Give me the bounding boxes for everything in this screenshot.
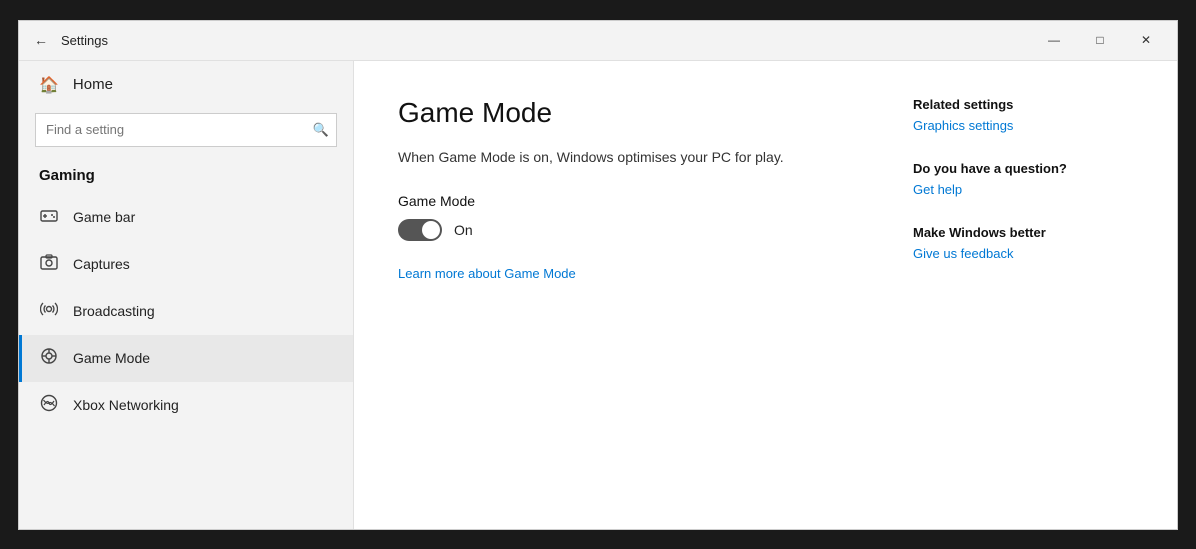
close-button[interactable]: ✕ [1123,20,1169,60]
feedback-heading: Make Windows better [913,225,1133,240]
sidebar-nav: Game bar Captures [19,194,353,529]
sidebar-item-game-mode[interactable]: Game Mode [19,335,353,382]
sidebar-section-title: Gaming [19,159,353,194]
close-icon: ✕ [1141,33,1151,47]
main-content: Game Mode When Game Mode is on, Windows … [398,97,893,493]
page-title: Game Mode [398,97,893,129]
game-mode-toggle[interactable] [398,219,442,241]
window-title: Settings [61,33,108,48]
sidebar-home-item[interactable]: 🏠 Home [19,61,353,109]
get-help-link[interactable]: Get help [913,182,1133,197]
page-description: When Game Mode is on, Windows optimises … [398,149,893,165]
game-mode-setting-label: Game Mode [398,193,893,209]
search-box: 🔍 [35,113,337,147]
related-panel: Related settings Graphics settings Do yo… [893,97,1133,493]
sidebar-item-broadcasting[interactable]: Broadcasting [19,288,353,335]
sidebar: 🏠 Home 🔍 Gaming [19,61,354,529]
give-feedback-link[interactable]: Give us feedback [913,246,1133,261]
back-icon: ← [34,32,48,48]
settings-window: ← Settings — □ ✕ 🏠 Home 🔍 [18,20,1178,530]
search-input[interactable] [35,113,337,147]
captures-icon [39,253,59,276]
sidebar-item-label-xbox-networking: Xbox Networking [73,397,179,413]
sidebar-item-label-game-mode: Game Mode [73,350,150,366]
feedback-section: Make Windows better Give us feedback [913,225,1133,261]
question-section: Do you have a question? Get help [913,161,1133,197]
sidebar-item-game-bar[interactable]: Game bar [19,194,353,241]
window-controls: — □ ✕ [1031,20,1169,60]
toggle-state-label: On [454,222,473,238]
maximize-button[interactable]: □ [1077,20,1123,60]
back-button[interactable]: ← [27,26,55,54]
home-icon: 🏠 [39,75,59,95]
related-settings-heading: Related settings [913,97,1133,112]
maximize-icon: □ [1096,33,1103,47]
sidebar-item-label-game-bar: Game bar [73,209,135,225]
xbox-networking-icon [39,394,59,417]
sidebar-item-xbox-networking[interactable]: Xbox Networking [19,382,353,429]
broadcasting-icon [39,300,59,323]
search-icon: 🔍 [313,122,329,138]
minimize-icon: — [1048,33,1060,47]
home-label: Home [73,76,113,93]
sidebar-item-label-captures: Captures [73,256,130,272]
learn-more-link[interactable]: Learn more about Game Mode [398,266,576,281]
toggle-row: On [398,219,893,241]
sidebar-item-captures[interactable]: Captures [19,241,353,288]
question-heading: Do you have a question? [913,161,1133,176]
game-bar-icon [39,206,59,229]
related-settings-section: Related settings Graphics settings [913,97,1133,133]
content-area: 🏠 Home 🔍 Gaming [19,61,1177,529]
game-mode-icon [39,347,59,370]
sidebar-item-label-broadcasting: Broadcasting [73,303,155,319]
titlebar: ← Settings — □ ✕ [19,21,1177,61]
main-panel: Game Mode When Game Mode is on, Windows … [354,61,1177,529]
graphics-settings-link[interactable]: Graphics settings [913,118,1133,133]
minimize-button[interactable]: — [1031,20,1077,60]
